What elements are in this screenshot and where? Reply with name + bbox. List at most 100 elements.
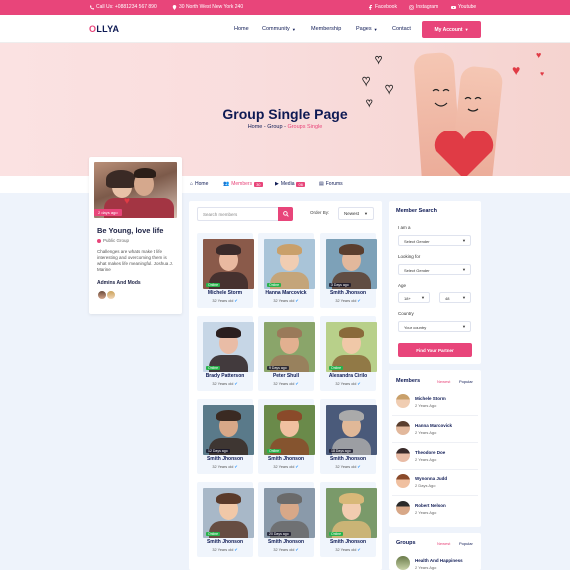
- country-select[interactable]: Your country ▼: [398, 321, 471, 332]
- member-name[interactable]: Smith Jhonson: [197, 539, 253, 545]
- looking-select[interactable]: Select Gender ▼: [398, 264, 471, 275]
- member-name[interactable]: Brady Patterson: [197, 373, 253, 379]
- group-tabs-bar: ⌂ Home 👥 Members 30 ▶ Media 06 ▤ Forums: [0, 176, 570, 193]
- member-search-title: Member Search: [396, 208, 437, 214]
- media-count-badge: 06: [296, 181, 305, 187]
- groups-widget-title: Groups: [396, 540, 416, 546]
- member-name[interactable]: Smith Jhonson: [197, 456, 253, 462]
- breadcrumb-current: Groups Single: [287, 124, 323, 130]
- document-icon: ▤: [319, 181, 324, 187]
- check-badge-icon: ✔: [357, 548, 361, 552]
- member-age: 32 Years old ✔: [273, 465, 299, 469]
- looking-label: Looking for: [398, 254, 421, 259]
- nav-membership[interactable]: Membership: [311, 26, 341, 32]
- group-avatar: [396, 556, 410, 570]
- group-description: Challenges are whats make t life interes…: [97, 249, 174, 272]
- nav-pages[interactable]: Pages ▼: [356, 26, 378, 32]
- member-search-input[interactable]: Search members: [197, 207, 293, 221]
- chevron-down-icon: ▼: [373, 26, 378, 32]
- search-button[interactable]: [278, 207, 293, 221]
- member-card[interactable]: 3 Days ago Smith Jhonson 32 Years old ✔: [320, 233, 377, 308]
- member-list-time: 2 Years Ago: [415, 457, 437, 462]
- iam-select[interactable]: Select Gender ▼: [398, 235, 471, 246]
- chevron-down-icon: ▼: [464, 27, 469, 32]
- member-card[interactable]: Online Alexandra Cirilo 32 Years old ✔: [320, 316, 377, 391]
- group-info-card: ♥ 2 days ago Be Young, love life Public …: [89, 157, 182, 314]
- my-account-button[interactable]: My Account ▼: [422, 21, 481, 38]
- instagram-link[interactable]: Instagram: [409, 4, 438, 10]
- member-card[interactable]: 12 Days ago Smith Jhonson 32 Years old ✔: [197, 399, 254, 474]
- member-card[interactable]: Online Hanna Marcovick 32 Years old ✔: [258, 233, 315, 308]
- member-status-badge: Online: [267, 449, 282, 453]
- member-name[interactable]: Smith Jhonson: [258, 456, 314, 462]
- order-by-select[interactable]: Newest ▼: [338, 207, 374, 220]
- member-card[interactable]: Online Smith Jhonson 32 Years old ✔: [320, 482, 377, 557]
- member-list-name: Hanna Marcovick: [415, 423, 453, 428]
- page-title: Group Single Page: [222, 106, 348, 122]
- phone-info[interactable]: Call Us: +0881234 567 890: [89, 4, 157, 10]
- member-card[interactable]: 18 Days ago Smith Jhonson 32 Years old ✔: [320, 399, 377, 474]
- check-badge-icon: ✔: [295, 299, 299, 303]
- member-list-time: 2 Years Ago: [415, 403, 437, 408]
- member-card[interactable]: 9 Days ago Peter Shull 32 Years old ✔: [258, 316, 315, 391]
- tab-forums[interactable]: ▤ Forums: [319, 181, 343, 187]
- groups-tab-popular[interactable]: Popular: [459, 541, 473, 546]
- member-photo: Online: [264, 239, 315, 289]
- admins-heading: Admins And Mods: [97, 280, 141, 286]
- member-card[interactable]: Online Michele Storm 32 Years old ✔: [197, 233, 254, 308]
- member-status-badge: Online: [329, 532, 344, 536]
- top-bar: Call Us: +0881234 567 890 30 North West …: [0, 0, 570, 15]
- heart-doodle-icon: ♥: [375, 52, 383, 66]
- find-partner-button[interactable]: Find Your Partner: [398, 343, 472, 357]
- phone-icon: [90, 5, 94, 9]
- avatar: [396, 394, 410, 408]
- check-badge-icon: ✔: [357, 465, 361, 469]
- brand-logo[interactable]: OLLYA: [89, 24, 119, 34]
- member-photo: 18 Days ago: [326, 405, 377, 455]
- member-photo: 12 Days ago: [203, 405, 254, 455]
- member-name[interactable]: Alexandra Cirilo: [320, 373, 376, 379]
- check-badge-icon: ✔: [234, 382, 238, 386]
- member-name[interactable]: Peter Shull: [258, 373, 314, 379]
- member-name[interactable]: Smith Jhonson: [320, 290, 376, 296]
- members-tab-newest[interactable]: Newest: [437, 379, 450, 384]
- member-name[interactable]: Hanna Marcovick: [258, 290, 314, 296]
- divider: [392, 495, 478, 496]
- breadcrumb-home[interactable]: Home: [248, 124, 263, 130]
- member-photo: 3 Days ago: [326, 239, 377, 289]
- member-name[interactable]: Michele Storm: [197, 290, 253, 296]
- member-card[interactable]: 20 Days ago Smith Jhonson 32 Years old ✔: [258, 482, 315, 557]
- member-name[interactable]: Smith Jhonson: [320, 539, 376, 545]
- tab-members[interactable]: 👥 Members 30: [223, 181, 263, 187]
- divider: [392, 442, 478, 443]
- member-card[interactable]: Online Brady Patterson 32 Years old ✔: [197, 316, 254, 391]
- country-label: Country: [398, 311, 414, 316]
- check-badge-icon: ✔: [234, 465, 238, 469]
- member-card[interactable]: Online Smith Jhonson 32 Years old ✔: [258, 399, 315, 474]
- groups-tab-newest[interactable]: Newest: [437, 541, 450, 546]
- member-card[interactable]: Online Smith Jhonson 32 Years old ✔: [197, 482, 254, 557]
- nav-contact[interactable]: Contact: [392, 26, 411, 32]
- age-from-select[interactable]: 18+ ▼: [398, 292, 430, 303]
- nav-home[interactable]: Home: [234, 26, 249, 32]
- member-name[interactable]: Smith Jhonson: [258, 539, 314, 545]
- member-age: 32 Years old ✔: [273, 548, 299, 552]
- avatar: [396, 501, 410, 515]
- member-name[interactable]: Smith Jhonson: [320, 456, 376, 462]
- tab-home[interactable]: ⌂ Home: [190, 181, 208, 187]
- nav-community[interactable]: Community ▼: [262, 26, 296, 32]
- facebook-link[interactable]: Facebook: [368, 4, 397, 10]
- tab-media[interactable]: ▶ Media 06: [275, 181, 305, 187]
- age-to-select[interactable]: 48 ▼: [439, 292, 471, 303]
- member-age: 32 Years old ✔: [212, 465, 238, 469]
- member-status-badge: 20 Days ago: [267, 532, 291, 536]
- chevron-down-icon: ▼: [462, 267, 466, 272]
- member-age: 32 Years old ✔: [212, 548, 238, 552]
- breadcrumb-group[interactable]: Group: [267, 124, 282, 130]
- admin-avatar[interactable]: [106, 290, 116, 300]
- divider: [392, 469, 478, 470]
- members-tab-popular[interactable]: Popular: [459, 379, 473, 384]
- youtube-link[interactable]: Youtube: [451, 4, 476, 10]
- group-privacy: Public Group: [97, 238, 129, 243]
- member-status-badge: 3 Days ago: [329, 283, 351, 287]
